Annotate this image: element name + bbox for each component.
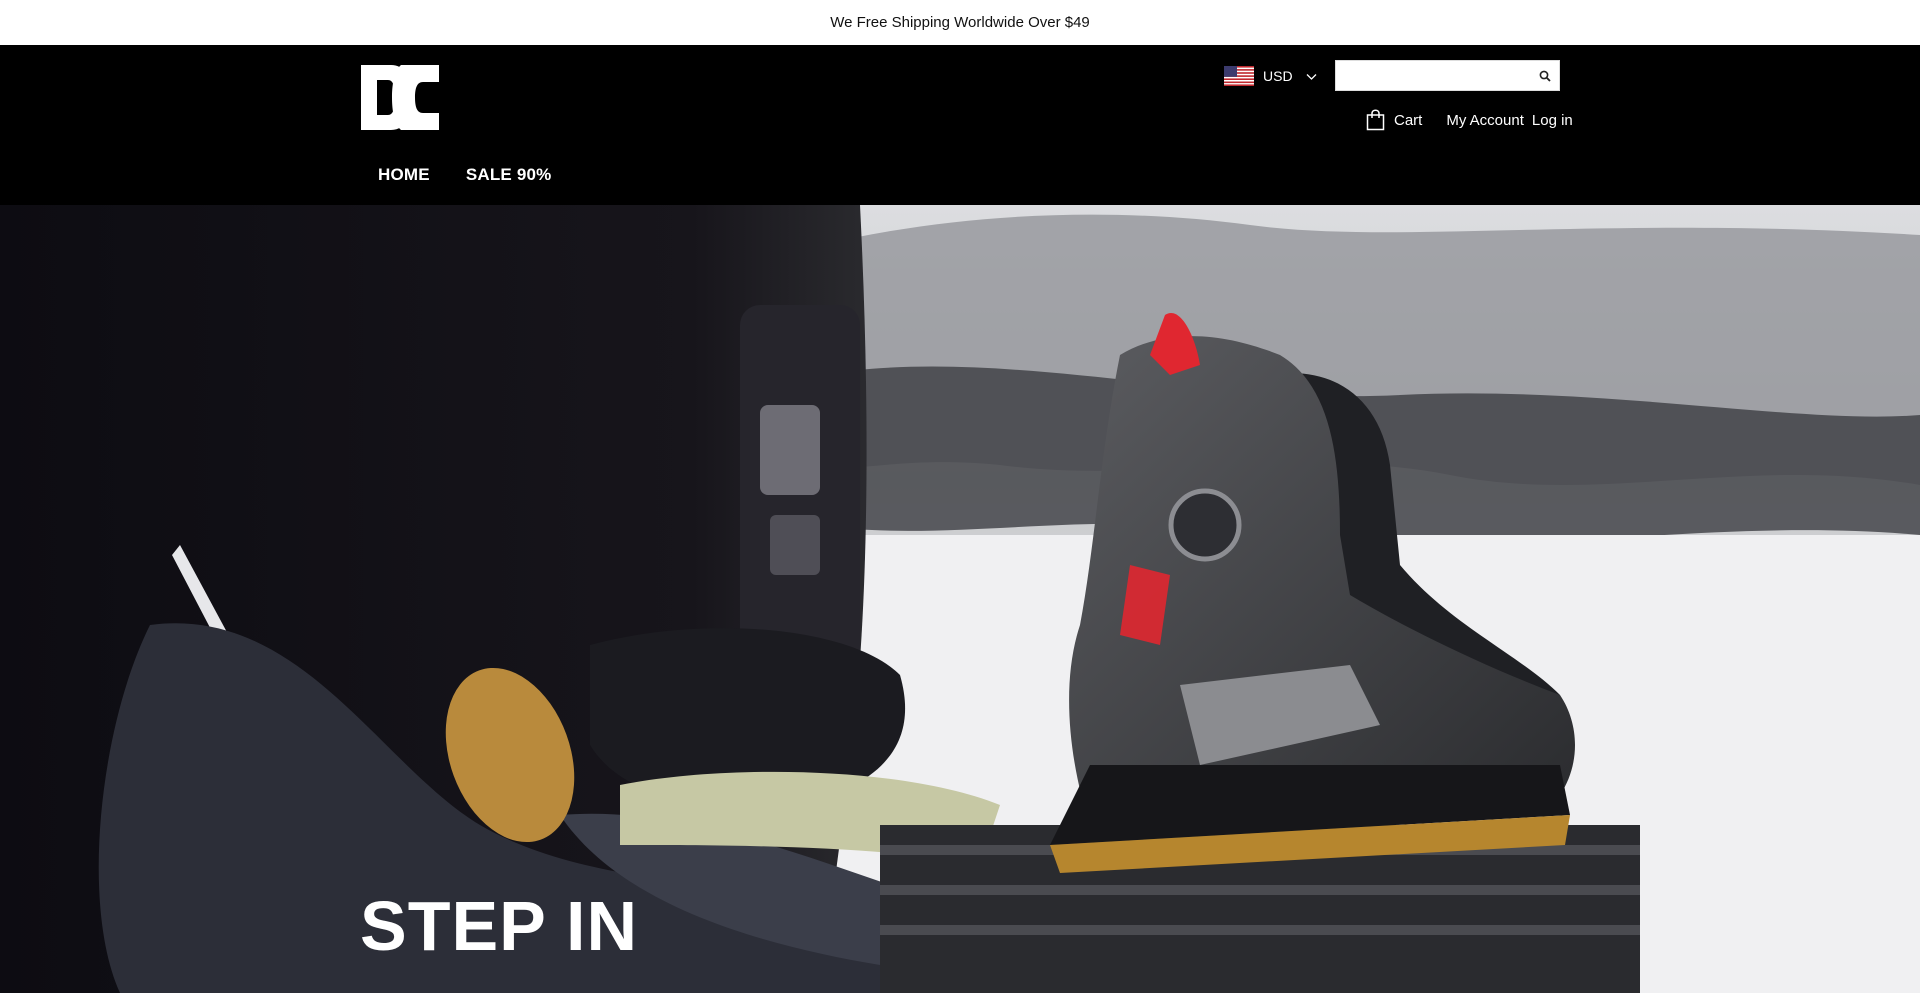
hero-title: STEP IN xyxy=(360,887,639,965)
main-nav: HOME SALE 90% xyxy=(378,165,552,189)
shopping-bag-icon xyxy=(1366,109,1385,131)
currency-selector[interactable]: USD xyxy=(1224,64,1317,88)
announcement-text: We Free Shipping Worldwide Over $49 xyxy=(830,14,1090,31)
cart-link[interactable]: Cart xyxy=(1366,109,1422,131)
nav-item-home[interactable]: HOME xyxy=(378,165,430,189)
search-input[interactable] xyxy=(1336,61,1531,90)
search-icon xyxy=(1539,70,1551,82)
chevron-down-icon xyxy=(1306,73,1317,80)
login-link[interactable]: Log in xyxy=(1532,112,1573,129)
announcement-bar: We Free Shipping Worldwide Over $49 xyxy=(0,0,1920,45)
account-links: Cart My Account Log in xyxy=(1366,107,1573,133)
hero-banner[interactable]: STEP IN xyxy=(0,205,1920,993)
site-header: USD Cart My Account Log in HOME SALE 90% xyxy=(0,45,1920,205)
search-button[interactable] xyxy=(1531,61,1559,90)
dc-logo[interactable] xyxy=(361,65,439,130)
nav-item-sale[interactable]: SALE 90% xyxy=(466,165,552,189)
search-bar xyxy=(1335,60,1560,91)
us-flag-icon xyxy=(1224,66,1254,86)
cart-label: Cart xyxy=(1394,111,1423,129)
hero-image xyxy=(0,205,1920,993)
currency-code: USD xyxy=(1263,68,1293,84)
my-account-link[interactable]: My Account xyxy=(1446,112,1524,129)
